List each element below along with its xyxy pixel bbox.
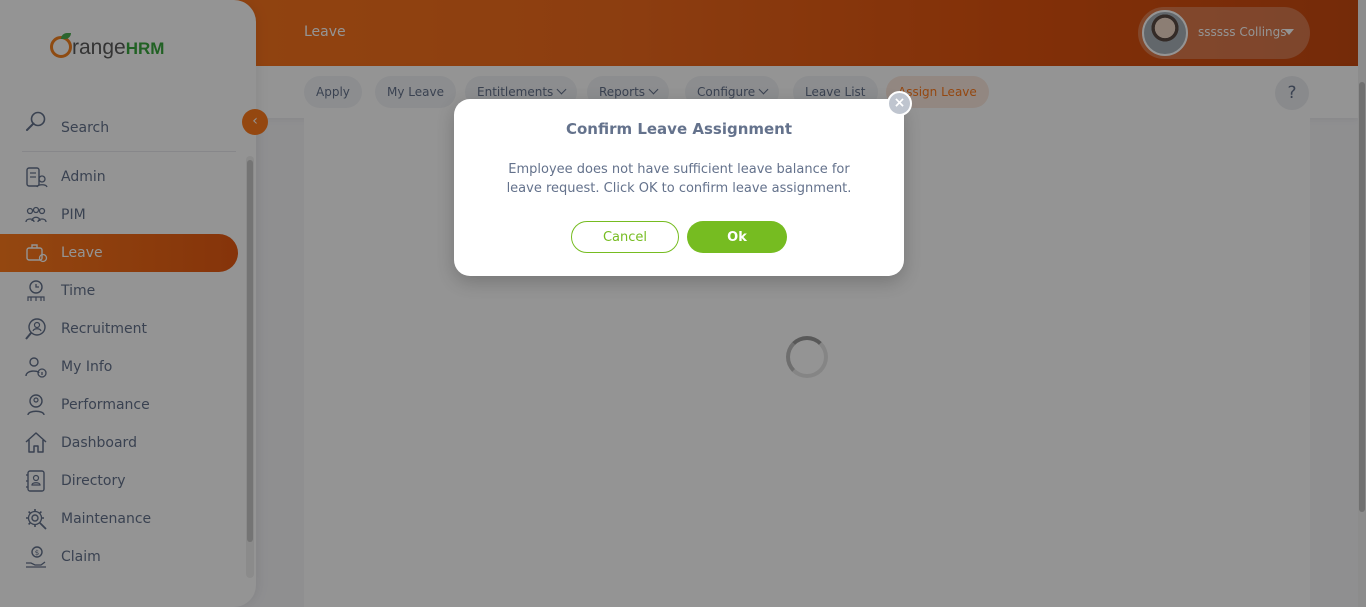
ok-button[interactable]: Ok (687, 221, 787, 253)
cancel-button[interactable]: Cancel (571, 221, 679, 253)
modal-overlay[interactable] (0, 0, 1366, 607)
dialog-title: Confirm Leave Assignment (565, 120, 793, 138)
close-icon[interactable]: × (887, 91, 912, 116)
confirm-dialog: Confirm Leave Assignment Employee does n… (454, 99, 904, 276)
dialog-message: Employee does not have sufficient leave … (506, 162, 852, 196)
